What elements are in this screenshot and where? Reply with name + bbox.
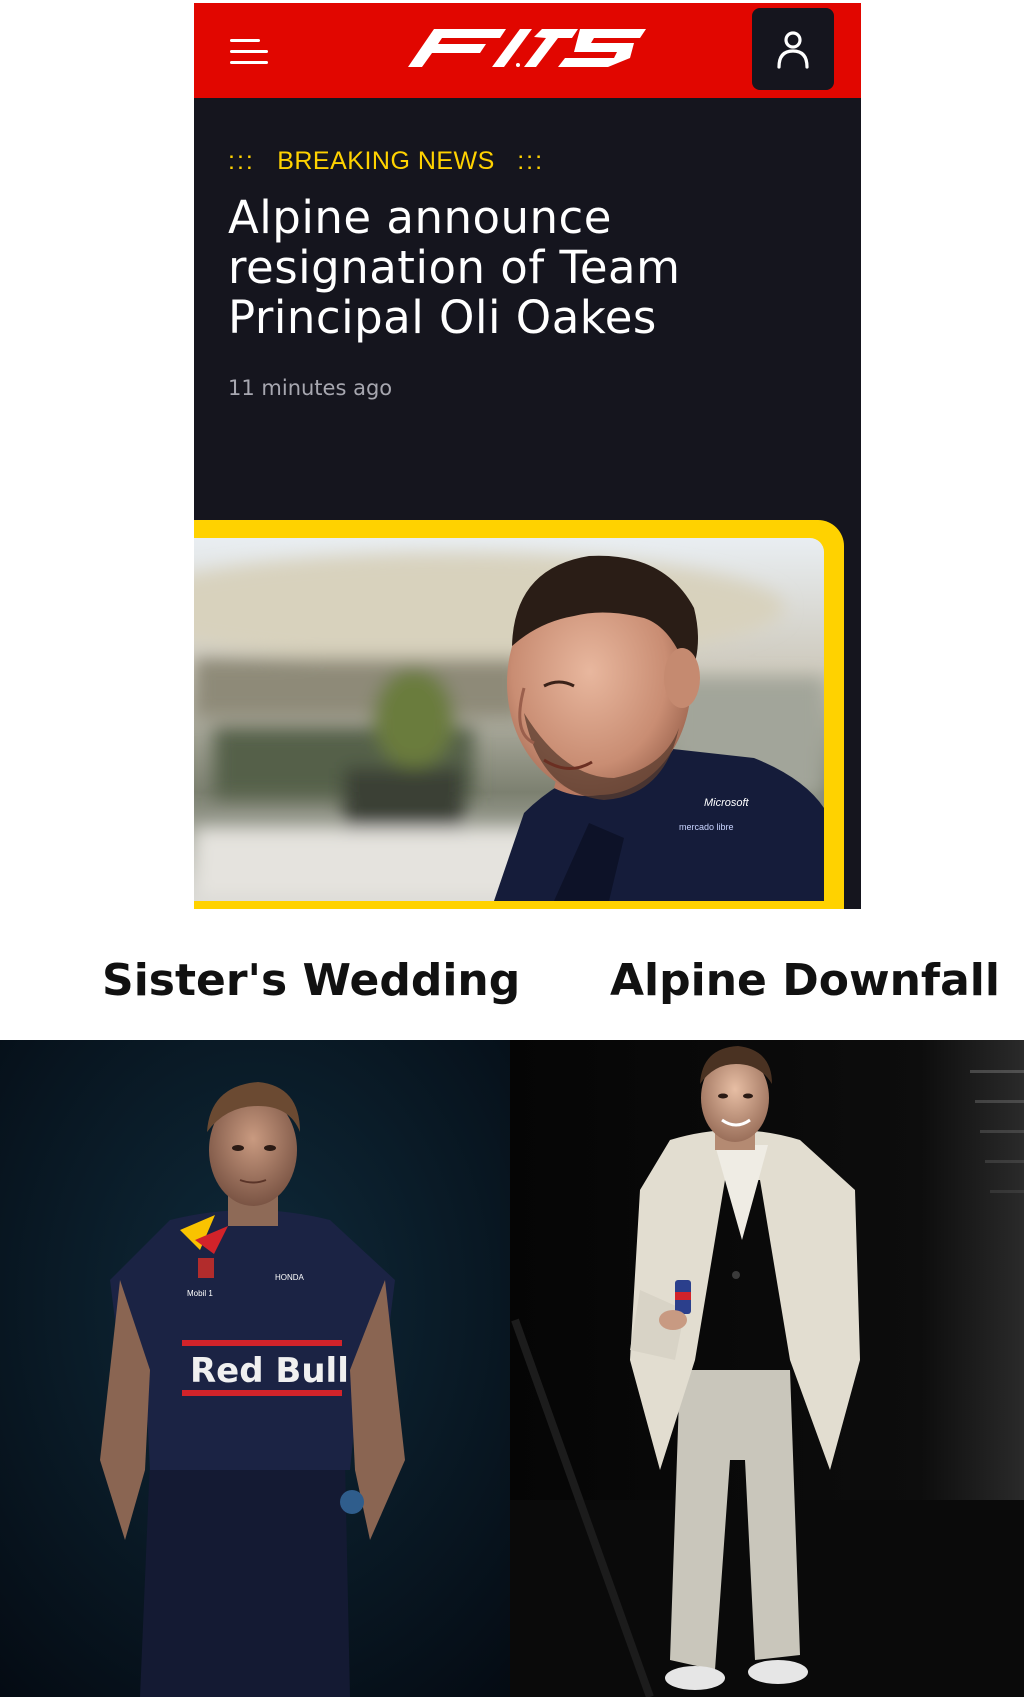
article-hero-photo: Microsoft mercado libre xyxy=(194,538,824,901)
article-headline[interactable]: Alpine announce resignation of Team Prin… xyxy=(228,193,828,343)
user-account-icon[interactable] xyxy=(752,8,834,90)
caption-alpine-downfall: Alpine Downfall xyxy=(610,955,1000,1006)
f1-app-screenshot: ::: BREAKING NEWS ::: Alpine announce re… xyxy=(194,3,861,909)
shirt-red-bull-text: Red Bull xyxy=(190,1351,349,1391)
svg-text:HONDA: HONDA xyxy=(275,1273,305,1282)
article-timestamp: 11 minutes ago xyxy=(228,376,393,400)
svg-text:Mobil 1: Mobil 1 xyxy=(187,1289,213,1298)
article-hero-frame[interactable]: Microsoft mercado libre xyxy=(194,520,844,909)
breaking-dots-left: ::: xyxy=(228,147,255,175)
app-header xyxy=(194,3,861,98)
breaking-news-text: BREAKING NEWS xyxy=(277,147,495,175)
hamburger-menu-icon[interactable] xyxy=(230,29,280,73)
caption-sisters-wedding: Sister's Wedding xyxy=(102,955,521,1006)
f1-75-logo-icon[interactable] xyxy=(408,25,646,75)
svg-text:mercado libre: mercado libre xyxy=(679,822,734,832)
breaking-news-label: ::: BREAKING NEWS ::: xyxy=(228,147,544,177)
photo-driver-team-kit: Red Bull HONDA Mobil 1 xyxy=(0,1040,510,1697)
breaking-dots-right: ::: xyxy=(517,147,545,175)
photo-driver-white-suit xyxy=(510,1040,1024,1697)
svg-text:Microsoft: Microsoft xyxy=(704,797,750,809)
